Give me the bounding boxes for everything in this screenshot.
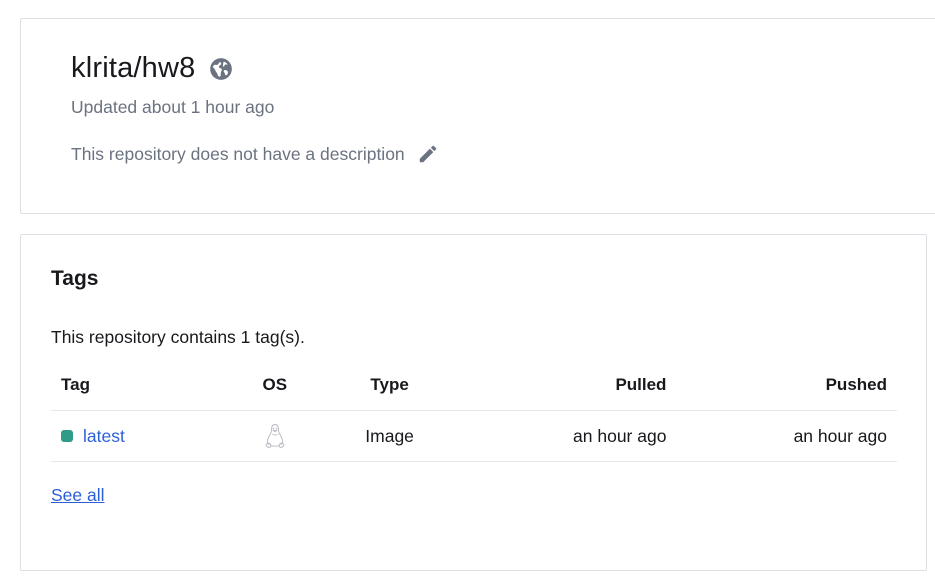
tags-table: Tag OS Type Pulled Pushed latest Image a…	[51, 360, 897, 462]
tag-link-latest[interactable]: latest	[83, 426, 125, 447]
see-all-link[interactable]: See all	[51, 485, 105, 506]
globe-icon	[208, 56, 234, 82]
tags-table-header: Tag OS Type Pulled Pushed	[51, 360, 897, 411]
pushed-cell: an hour ago	[666, 410, 897, 462]
os-cell	[229, 410, 321, 462]
repo-header-card: klrita/hw8 Updated about 1 hour ago This…	[20, 18, 935, 214]
column-header-os: OS	[229, 360, 321, 411]
column-header-pulled: Pulled	[458, 360, 667, 411]
table-row: latest Image an hour ago an hour ago	[51, 410, 897, 462]
tags-count-text: This repository contains 1 tag(s).	[51, 327, 305, 347]
column-header-type: Type	[320, 360, 459, 411]
repo-title-row: klrita/hw8	[71, 52, 234, 85]
pulled-cell: an hour ago	[458, 410, 667, 462]
repo-updated-time: Updated about 1 hour ago	[71, 97, 275, 117]
linux-icon	[264, 423, 286, 449]
tags-heading: Tags	[51, 267, 99, 290]
repo-description-row: This repository does not have a descript…	[71, 143, 439, 165]
tag-cell: latest	[51, 410, 230, 462]
pencil-icon[interactable]	[417, 143, 439, 165]
column-header-tag: Tag	[51, 360, 230, 411]
repo-description: This repository does not have a descript…	[71, 143, 405, 164]
column-header-pushed: Pushed	[666, 360, 897, 411]
repo-title: klrita/hw8	[71, 52, 196, 84]
type-cell: Image	[320, 410, 459, 462]
tags-card: Tags This repository contains 1 tag(s). …	[20, 234, 927, 571]
tag-status-indicator	[61, 430, 73, 442]
